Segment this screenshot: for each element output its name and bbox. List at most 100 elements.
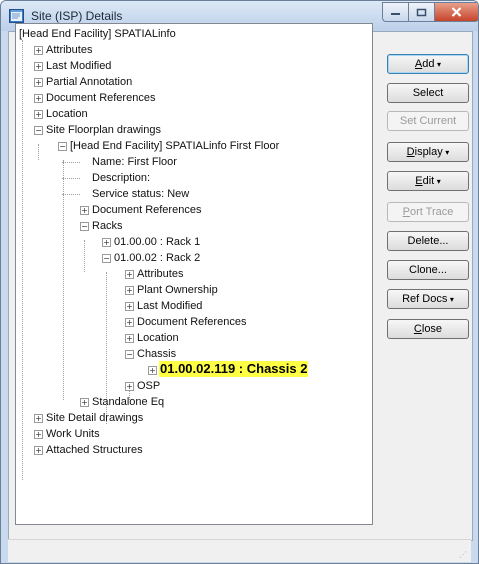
expand-icon[interactable]: + — [125, 382, 134, 391]
delete-button[interactable]: Delete... — [387, 231, 469, 251]
dropdown-arrow-icon: ▾ — [434, 60, 442, 69]
tree-node-label: 01.00.02 : Rack 2 — [114, 252, 201, 264]
button-label: Set Current — [399, 115, 457, 127]
tree-node[interactable]: [Head End Facility] SPATIALinfo — [18, 26, 177, 42]
tree-node[interactable]: Last Modified — [136, 298, 203, 314]
expand-icon[interactable]: + — [102, 238, 111, 247]
tree-node-label: Plant Ownership — [137, 284, 218, 296]
display-button[interactable]: Display ▾ — [387, 142, 469, 162]
tree-node[interactable]: Document References — [45, 90, 156, 106]
tree-node[interactable]: Site Detail drawings — [45, 410, 144, 426]
dropdown-arrow-icon: ▾ — [442, 148, 450, 157]
tree-node[interactable]: Chassis — [136, 346, 177, 362]
collapse-icon[interactable]: − — [125, 350, 134, 359]
expand-icon[interactable]: + — [34, 414, 43, 423]
tree-node[interactable]: Plant Ownership — [136, 282, 219, 298]
tree-node-label: [Head End Facility] SPATIALinfo — [19, 28, 176, 40]
tree-node[interactable]: Location — [45, 106, 89, 122]
collapse-icon[interactable]: − — [80, 222, 89, 231]
tree-node-label: Location — [137, 332, 179, 344]
tree-node[interactable]: Last Modified — [45, 58, 112, 74]
expand-icon[interactable]: + — [34, 62, 43, 71]
tree-node-label: Location — [46, 108, 88, 120]
tree-node[interactable]: Attached Structures — [45, 442, 144, 458]
site-details-window: Site (ISP) Details [Head End Facility] S… — [0, 0, 479, 564]
maximize-icon — [416, 8, 427, 16]
expand-icon[interactable]: + — [34, 78, 43, 87]
expand-icon[interactable]: + — [125, 334, 134, 343]
tree-node-label: Document References — [92, 204, 202, 216]
button-label: Edit — [415, 175, 435, 187]
tree-guide-line — [84, 240, 85, 272]
button-label: Select — [412, 87, 444, 99]
button-label: Ref Docs — [402, 293, 448, 305]
tree-node[interactable]: 01.00.02.119 : Chassis 2 — [159, 361, 309, 377]
tree-node[interactable]: Description: — [91, 170, 151, 186]
expand-icon[interactable]: + — [125, 270, 134, 279]
tree-node-label: Partial Annotation — [46, 76, 133, 88]
tree-node[interactable]: Standalone Eq — [91, 394, 165, 410]
tree-node[interactable]: [Head End Facility] SPATIALinfo First Fl… — [69, 138, 280, 154]
tree-node[interactable]: Attributes — [136, 266, 184, 282]
expand-icon[interactable]: + — [148, 366, 157, 375]
maximize-button[interactable] — [408, 2, 434, 22]
ref-docs-button[interactable]: Ref Docs ▾ — [387, 289, 469, 309]
select-button[interactable]: Select — [387, 83, 469, 103]
tree-node[interactable]: Name: First Floor — [91, 154, 178, 170]
tree-node[interactable]: 01.00.02 : Rack 2 — [113, 250, 201, 266]
tree-node-label: Site Detail drawings — [46, 412, 144, 424]
tree-node[interactable]: Service status: New — [91, 186, 190, 202]
resize-grip-icon[interactable]: ⋰ — [459, 550, 467, 559]
minimize-button[interactable] — [382, 2, 408, 22]
tree-node[interactable]: Partial Annotation — [45, 74, 133, 90]
tree-node[interactable]: 01.00.00 : Rack 1 — [113, 234, 201, 250]
tree-node[interactable]: Attributes — [45, 42, 93, 58]
tree-node[interactable]: Site Floorplan drawings — [45, 122, 162, 138]
collapse-icon[interactable]: − — [34, 126, 43, 135]
tree-node-label: Attributes — [137, 268, 184, 280]
port-trace-button: Port Trace — [387, 202, 469, 222]
tree-node[interactable]: Work Units — [45, 426, 101, 442]
expand-icon[interactable]: + — [34, 94, 43, 103]
tree-node-label: Name: First Floor — [92, 156, 177, 168]
tree-node[interactable]: Document References — [136, 314, 247, 330]
status-bar: ⋰ — [8, 539, 471, 562]
collapse-icon[interactable]: − — [58, 142, 67, 151]
site-tree-view[interactable]: [Head End Facility] SPATIALinfo + Attribut… — [15, 23, 373, 525]
app-icon — [9, 9, 24, 23]
window-title: Site (ISP) Details — [31, 9, 123, 23]
tree-node-label: Last Modified — [137, 300, 203, 312]
expand-icon[interactable]: + — [34, 446, 43, 455]
tree-node-label: OSP — [137, 380, 161, 392]
expand-icon[interactable]: + — [34, 430, 43, 439]
tree-guide-line — [22, 40, 23, 480]
minimize-icon — [391, 13, 400, 15]
collapse-icon[interactable]: − — [102, 254, 111, 263]
close-window-button[interactable] — [434, 2, 478, 22]
button-label: Display — [406, 146, 443, 158]
tree-node[interactable]: Racks — [91, 218, 124, 234]
expand-icon[interactable]: + — [125, 318, 134, 327]
close-button[interactable]: Close — [387, 319, 469, 339]
set-current-button: Set Current — [387, 111, 469, 131]
tree-node-label: Standalone Eq — [92, 396, 165, 408]
expand-icon[interactable]: + — [125, 302, 134, 311]
expand-icon[interactable]: + — [34, 46, 43, 55]
button-label: Delete... — [407, 235, 449, 247]
expand-icon[interactable]: + — [80, 206, 89, 215]
tree-node[interactable]: OSP — [136, 378, 161, 394]
tree-node[interactable]: Location — [136, 330, 180, 346]
tree-node-label: Site Floorplan drawings — [46, 124, 161, 136]
tree-node-label: Service status: New — [92, 188, 190, 200]
expand-icon[interactable]: + — [125, 286, 134, 295]
expand-icon[interactable]: + — [80, 398, 89, 407]
tree-node[interactable]: Document References — [91, 202, 202, 218]
selected-tree-node-label: 01.00.02.119 : Chassis 2 — [159, 361, 309, 377]
button-label: Port Trace — [402, 206, 454, 218]
add-button[interactable]: Add ▾ — [387, 54, 469, 74]
expand-icon[interactable]: + — [34, 110, 43, 119]
button-label: Close — [413, 323, 443, 335]
tree-node-label: Document References — [137, 316, 247, 328]
edit-button[interactable]: Edit ▾ — [387, 171, 469, 191]
clone-button[interactable]: Clone... — [387, 260, 469, 280]
